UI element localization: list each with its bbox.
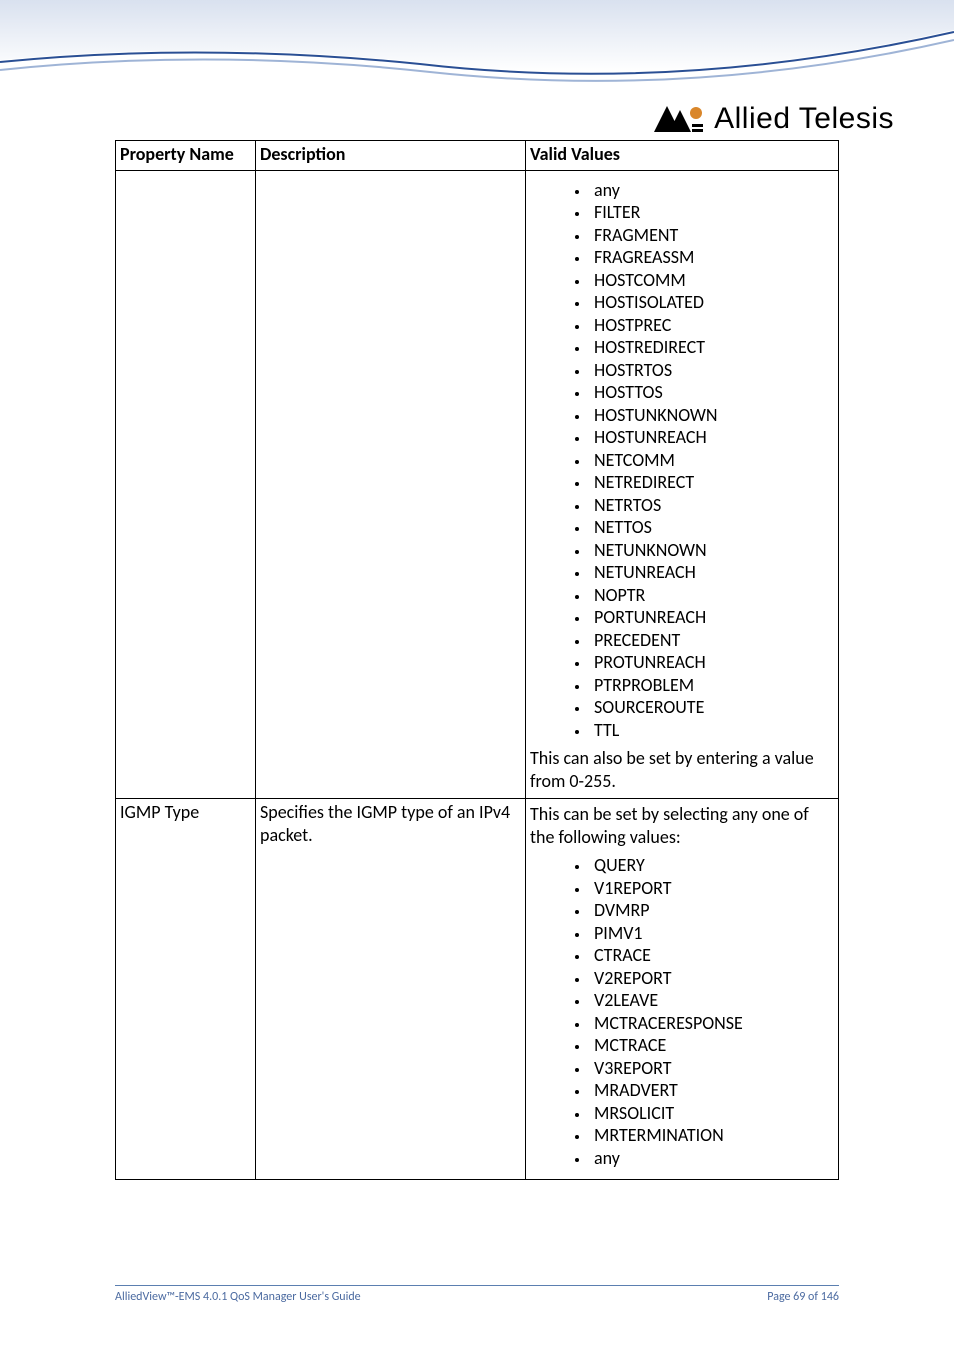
list-item: V3REPORT (590, 1057, 834, 1080)
list-item: HOSTCOMM (590, 269, 834, 292)
list-item: NOPTR (590, 584, 834, 607)
list-item: MCTRACE (590, 1034, 834, 1057)
list-item: NETREDIRECT (590, 471, 834, 494)
cell-description (256, 170, 526, 799)
list-item: any (590, 1147, 834, 1170)
list-item: V2REPORT (590, 967, 834, 990)
list-item: MRTERMINATION (590, 1124, 834, 1147)
list-item: MCTRACERESPONSE (590, 1012, 834, 1035)
list-item: DVMRP (590, 899, 834, 922)
list-item: HOSTRTOS (590, 359, 834, 382)
header-banner (0, 0, 954, 130)
list-item: V2LEAVE (590, 989, 834, 1012)
list-item: TTL (590, 719, 834, 742)
list-item: NETRTOS (590, 494, 834, 517)
footer-title: AlliedView™-EMS 4.0.1 QoS Manager User's… (115, 1290, 361, 1304)
list-item: PIMV1 (590, 922, 834, 945)
cell-description: Specifies the IGMP type of an IPv4 packe… (256, 799, 526, 1180)
list-item: PTRPROBLEM (590, 674, 834, 697)
list-item: MRSOLICIT (590, 1102, 834, 1125)
cell-valid-values: any FILTER FRAGMENT FRAGREASSM HOSTCOMM … (526, 170, 839, 799)
list-item: NETUNKNOWN (590, 539, 834, 562)
list-item: PRECEDENT (590, 629, 834, 652)
col-header-valid-values: Valid Values (526, 141, 839, 171)
list-item: any (590, 179, 834, 202)
cell-valid-values: This can be set by selecting any one of … (526, 799, 839, 1180)
value-note: This can also be set by entering a value… (530, 747, 834, 792)
cell-property-name: IGMP Type (116, 799, 256, 1180)
list-item: NETUNREACH (590, 561, 834, 584)
list-item: HOSTUNREACH (590, 426, 834, 449)
list-item: QUERY (590, 854, 834, 877)
list-item: HOSTPREC (590, 314, 834, 337)
footer-page-number: Page 69 of 146 (767, 1290, 839, 1304)
list-item: NETTOS (590, 516, 834, 539)
list-item: PORTUNREACH (590, 606, 834, 629)
table-row: any FILTER FRAGMENT FRAGREASSM HOSTCOMM … (116, 170, 839, 799)
list-item: HOSTISOLATED (590, 291, 834, 314)
list-item: MRADVERT (590, 1079, 834, 1102)
list-item: SOURCEROUTE (590, 696, 834, 719)
table-header-row: Property Name Description Valid Values (116, 141, 839, 171)
list-item: CTRACE (590, 944, 834, 967)
list-item: HOSTUNKNOWN (590, 404, 834, 427)
list-item: FRAGREASSM (590, 246, 834, 269)
list-item: NETCOMM (590, 449, 834, 472)
col-header-property-name: Property Name (116, 141, 256, 171)
value-list: any FILTER FRAGMENT FRAGREASSM HOSTCOMM … (530, 179, 834, 742)
list-item: PROTUNREACH (590, 651, 834, 674)
list-item: FILTER (590, 201, 834, 224)
page-footer: AlliedView™-EMS 4.0.1 QoS Manager User's… (115, 1285, 839, 1304)
col-header-description: Description (256, 141, 526, 171)
cell-property-name (116, 170, 256, 799)
value-list: QUERY V1REPORT DVMRP PIMV1 CTRACE V2REPO… (530, 854, 834, 1169)
list-item: FRAGMENT (590, 224, 834, 247)
properties-table: Property Name Description Valid Values a… (115, 140, 839, 1180)
list-item: HOSTTOS (590, 381, 834, 404)
list-item: HOSTREDIRECT (590, 336, 834, 359)
list-item: V1REPORT (590, 877, 834, 900)
table-row: IGMP Type Specifies the IGMP type of an … (116, 799, 839, 1180)
value-intro: This can be set by selecting any one of … (530, 803, 834, 848)
